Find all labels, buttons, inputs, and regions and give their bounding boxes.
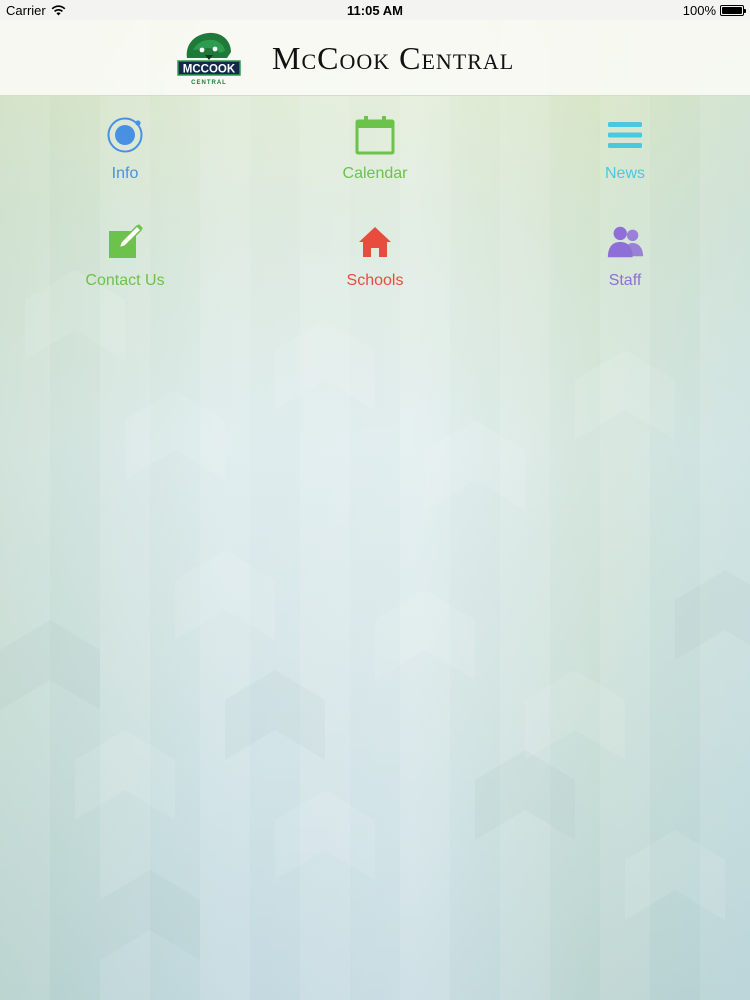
list-icon [608, 122, 642, 148]
menu-item-news-label: News [604, 165, 645, 182]
page-title: McCook Central [272, 40, 515, 76]
battery-indicator: 100% [682, 3, 746, 18]
logo-subtext: CENTRAL [191, 80, 227, 86]
menu-item-contact-us[interactable]: Contact Us [25, 222, 225, 312]
menu-item-calendar-label: Calendar [342, 165, 408, 182]
battery-percent: 100% [682, 3, 716, 18]
menu-item-calendar[interactable]: Calendar [275, 115, 475, 205]
users-icon [607, 226, 644, 258]
logo-text: MCCOOK [183, 64, 236, 76]
status-time: 11:05 AM [347, 3, 403, 18]
menu-item-staff-label: Staff [608, 272, 642, 289]
menu-item-staff[interactable]: Staff [525, 222, 725, 312]
edit-icon [109, 224, 143, 258]
app-header: MCCOOK CENTRAL McCook Central [0, 20, 750, 96]
menu-item-contact-us-label: Contact Us [85, 272, 165, 289]
status-bar: Carrier 11:05 AM 100% [0, 0, 750, 20]
menu-item-schools[interactable]: Schools [275, 222, 475, 312]
menu-item-news[interactable]: News [525, 115, 725, 205]
info-circle-icon [107, 117, 143, 153]
menu-item-schools-label: Schools [346, 272, 404, 289]
calendar-icon [355, 116, 395, 155]
home-icon [359, 227, 391, 257]
menu-item-info[interactable]: Info [25, 115, 225, 205]
menu-item-info-label: Info [111, 165, 139, 182]
mccook-cougar-logo: MCCOOK CENTRAL [177, 32, 241, 86]
battery-icon [720, 5, 746, 16]
